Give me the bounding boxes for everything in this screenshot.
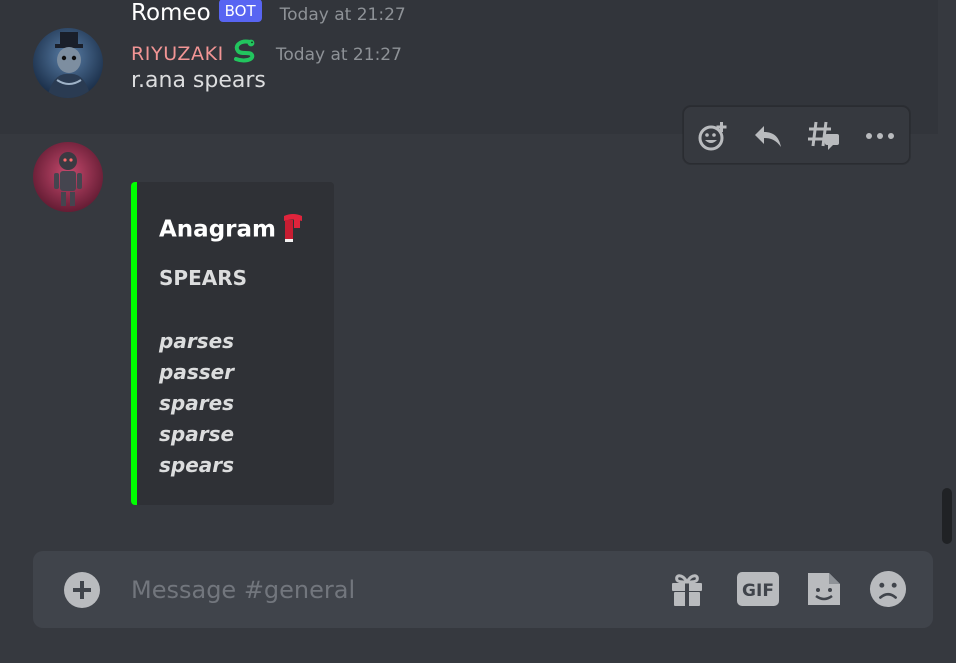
message-composer: GIF [33, 551, 933, 628]
message-header: RIYUZAKI Today at 21:27 [131, 34, 402, 65]
avatar-romeo[interactable] [33, 142, 103, 212]
anagram-list: parses passer spares sparse spears [159, 326, 234, 481]
message-content: r.ana spears [131, 68, 266, 93]
bot-tag: BOT [218, 0, 262, 22]
list-item: parses [159, 329, 235, 353]
avatar-riyuzaki[interactable] [33, 28, 103, 98]
embed-word: SPEARS [159, 266, 248, 290]
emoji-icon[interactable] [869, 569, 907, 609]
gif-icon[interactable]: GIF [736, 569, 780, 609]
scrollbar-thumb[interactable] [942, 488, 952, 544]
scrollbar-track[interactable] [938, 0, 956, 548]
scarf-icon [282, 212, 304, 244]
chat-messages: RIYUZAKI Today at 21:27 r.ana spears Rom… [0, 0, 938, 540]
list-item: spares [159, 391, 235, 415]
list-item: spears [159, 453, 235, 477]
snake-icon [230, 38, 258, 64]
gif-label: GIF [742, 581, 774, 601]
username[interactable]: Romeo [131, 0, 211, 26]
gift-icon[interactable] [668, 569, 706, 609]
username[interactable]: RIYUZAKI [131, 43, 224, 65]
list-item: passer [159, 360, 235, 384]
timestamp: Today at 21:27 [275, 45, 402, 65]
embed-title-text: Anagram [159, 216, 276, 243]
add-attachment-icon[interactable] [64, 572, 100, 608]
embed: Anagram SPEARS parses passer spares spar… [131, 182, 334, 505]
timestamp: Today at 21:27 [279, 5, 406, 25]
sticker-icon[interactable] [805, 569, 843, 609]
message-header: Romeo BOT Today at 21:27 [131, 0, 406, 26]
embed-title: Anagram [159, 214, 304, 246]
list-item: sparse [159, 422, 235, 446]
message-input[interactable] [131, 569, 651, 611]
